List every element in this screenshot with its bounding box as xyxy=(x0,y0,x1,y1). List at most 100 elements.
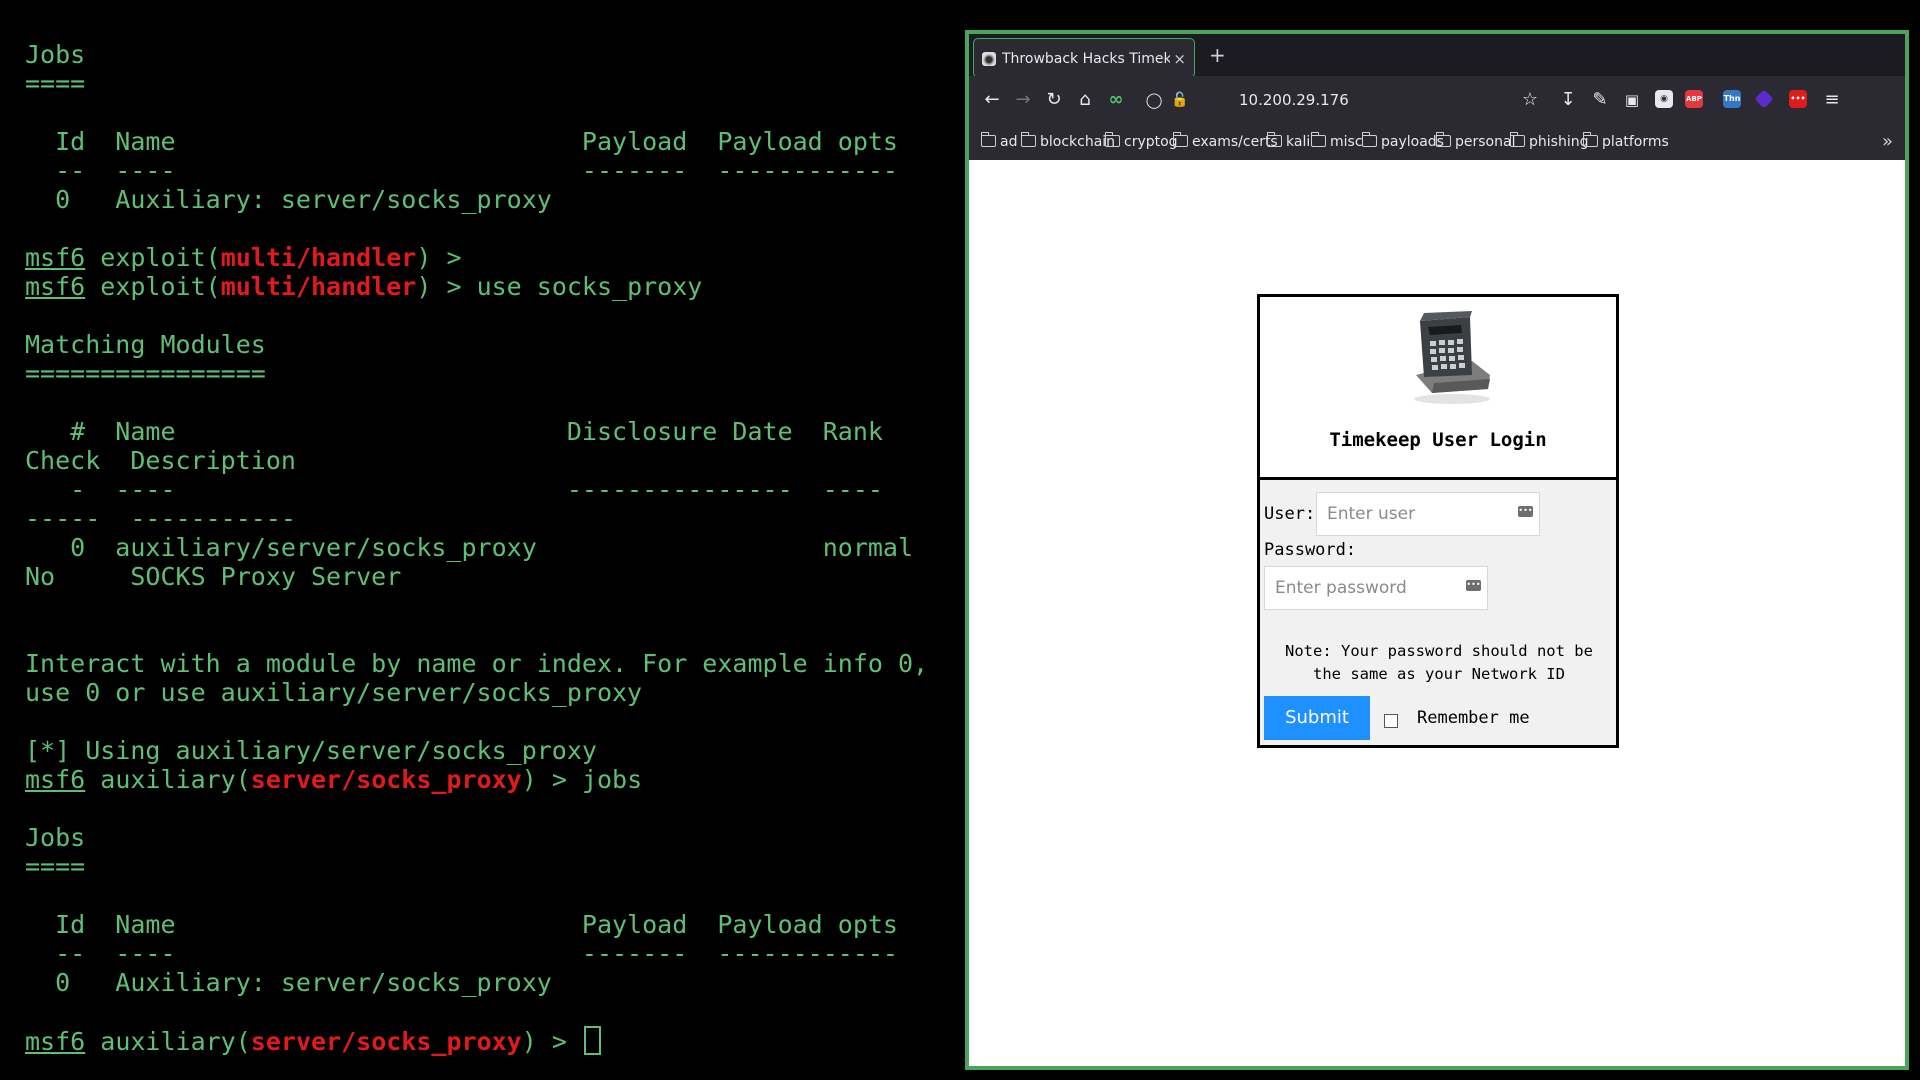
prompt-module: multi/handler xyxy=(220,272,417,301)
terminal-line: -- ---- ------- ------------ xyxy=(25,156,928,185)
remember-me-checkbox[interactable] xyxy=(1384,714,1398,728)
terminal-text: ==== xyxy=(25,852,86,881)
terminal-line: msf6 auxiliary(server/socks_proxy) > xyxy=(25,1026,928,1056)
terminal-text: -- ---- ------- ------------ xyxy=(25,939,898,968)
folder-icon xyxy=(980,132,996,147)
tab-title: Throwback Hacks Timekeep xyxy=(1002,51,1170,67)
terminal-line: ----- ----------- xyxy=(25,504,928,533)
forward-icon[interactable]: → xyxy=(1012,89,1034,111)
bookmark-folder-cryptog[interactable]: cryptog xyxy=(1104,132,1178,151)
terminal-text: Jobs xyxy=(25,823,86,852)
bookmark-folder-platforms[interactable]: platforms xyxy=(1582,132,1669,151)
submit-button[interactable]: Submit xyxy=(1264,696,1370,740)
page-content: Timekeep User Login User: Enter user •••… xyxy=(969,160,1905,1066)
gem-icon[interactable] xyxy=(1754,89,1774,109)
password-manager-icon[interactable]: ••• xyxy=(1466,580,1481,591)
navigation-bar: ← → ↻ ⌂ ∞ ◯ 🔓 10.200.29.176 ☆ ↧ ✎ ▣ ◉ AB… xyxy=(969,76,1905,124)
user-label: User: xyxy=(1264,504,1316,524)
bookmark-folder-personal[interactable]: personal xyxy=(1435,132,1515,151)
tab-bar: Throwback Hacks Timekeep × + xyxy=(969,34,1905,78)
back-icon[interactable]: ← xyxy=(981,89,1003,111)
terminal-text: ) > use socks_proxy xyxy=(416,272,703,301)
login-header: Timekeep User Login xyxy=(1260,297,1616,480)
terminal-line: 0 auxiliary/server/socks_proxy normal xyxy=(25,533,928,562)
favicon-icon xyxy=(982,52,996,66)
folder-icon xyxy=(1361,132,1377,147)
password-note: Note: Your password should not be the sa… xyxy=(1266,640,1612,686)
bookmark-folder-misc[interactable]: misc xyxy=(1310,132,1363,151)
terminal-line: Id Name Payload Payload opts xyxy=(25,910,928,939)
menu-icon[interactable]: ≡ xyxy=(1821,89,1843,111)
password-manager-icon[interactable]: ••• xyxy=(1518,506,1533,517)
terminal-text: -- ---- ------- ------------ xyxy=(25,156,898,185)
terminal-line: No SOCKS Proxy Server xyxy=(25,562,928,591)
downloads-icon[interactable]: ↧ xyxy=(1557,89,1579,111)
terminal-line: Interact with a module by name or index.… xyxy=(25,649,928,678)
password-placeholder: Enter password xyxy=(1275,578,1407,598)
login-form: User: Enter user ••• Password: Enter pas… xyxy=(1260,480,1616,745)
folder-icon xyxy=(1104,132,1120,147)
terminal-text: auxiliary( xyxy=(85,1027,251,1056)
bookmark-folder-phishing[interactable]: phishing xyxy=(1509,132,1588,151)
terminal-text: No SOCKS Proxy Server xyxy=(25,562,402,591)
bookmark-star-icon[interactable]: ☆ xyxy=(1519,89,1541,111)
new-tab-button[interactable]: + xyxy=(1209,44,1226,66)
password-input[interactable]: Enter password ••• xyxy=(1264,566,1488,610)
tab-close-icon[interactable]: × xyxy=(1173,49,1186,69)
terminal-text: - ---- --------------- ---- xyxy=(25,475,883,504)
terminal-text: 0 auxiliary/server/socks_proxy normal xyxy=(25,533,914,562)
timekeep-terminal-logo xyxy=(1414,311,1490,404)
container-icon[interactable]: ∞ xyxy=(1105,89,1127,111)
folder-icon xyxy=(1435,132,1451,147)
screenshot-icon[interactable]: ▣ xyxy=(1621,89,1643,111)
terminal-text: Jobs xyxy=(25,40,86,69)
terminal-line: msf6 auxiliary(server/socks_proxy) > job… xyxy=(25,765,928,794)
tab-timekeep[interactable]: Throwback Hacks Timekeep × xyxy=(973,38,1195,78)
bookmarks-overflow-icon[interactable]: » xyxy=(1882,131,1893,152)
prompt-module: server/socks_proxy xyxy=(250,1027,522,1056)
login-title: Timekeep User Login xyxy=(1329,429,1547,451)
prompt-msf6: msf6 xyxy=(25,243,86,272)
insecure-lock-icon[interactable]: 🔓 xyxy=(1169,89,1191,111)
reload-icon[interactable]: ↻ xyxy=(1043,89,1065,111)
terminal-line: Id Name Payload Payload opts xyxy=(25,127,928,156)
home-icon[interactable]: ⌂ xyxy=(1074,89,1096,111)
dots-ext-icon[interactable]: ••• xyxy=(1789,90,1807,108)
terminal-line: msf6 exploit(multi/handler) > use socks_… xyxy=(25,272,928,301)
terminal-text: [*] Using auxiliary/server/socks_proxy xyxy=(25,736,597,765)
ublock-icon[interactable]: ◉ xyxy=(1655,90,1673,108)
bookmark-folder-exams-certs[interactable]: exams/certs xyxy=(1172,132,1278,151)
terminal-text: # Name Disclosure Date Rank xyxy=(25,417,883,446)
terminal-cursor xyxy=(583,1026,601,1055)
bookmark-folder-ad[interactable]: ad xyxy=(980,132,1017,151)
terminal-text: ==== xyxy=(25,69,86,98)
tracking-shield-icon[interactable]: ◯ xyxy=(1143,89,1165,111)
terminal-window[interactable]: Jobs ==== Id Name Payload Payload opts --… xyxy=(0,0,960,1080)
url-bar[interactable]: 10.200.29.176 xyxy=(1239,90,1349,110)
bookmark-folder-kali[interactable]: kali xyxy=(1266,132,1310,151)
terminal-text: auxiliary( xyxy=(85,765,251,794)
bookmark-folder-payloads[interactable]: payloads xyxy=(1361,132,1444,151)
terminal-line: -- ---- ------- ------------ xyxy=(25,939,928,968)
terminal-text: Matching Modules xyxy=(25,330,266,359)
prompt-msf6: msf6 xyxy=(25,272,86,301)
remember-me-label: Remember me xyxy=(1417,708,1530,728)
user-input[interactable]: Enter user ••• xyxy=(1316,492,1540,536)
thn-icon[interactable]: Thn xyxy=(1723,90,1741,108)
pen-icon[interactable]: ✎ xyxy=(1589,89,1611,111)
abp-icon[interactable]: ABP xyxy=(1685,90,1703,108)
terminal-text: use 0 or use auxiliary/server/socks_prox… xyxy=(25,678,643,707)
terminal-line: ================ xyxy=(25,359,928,388)
terminal-line: Jobs xyxy=(25,823,928,852)
note-line-2: the same as your Network ID xyxy=(1313,665,1565,683)
terminal-line: use 0 or use auxiliary/server/socks_prox… xyxy=(25,678,928,707)
bookmark-folder-blockchain[interactable]: blockchain xyxy=(1020,132,1115,151)
folder-icon xyxy=(1266,132,1282,147)
terminal-line: 0 Auxiliary: server/socks_proxy xyxy=(25,185,928,214)
terminal-text: exploit( xyxy=(85,243,221,272)
terminal-line: ==== xyxy=(25,852,928,881)
terminal-line: ==== xyxy=(25,69,928,98)
